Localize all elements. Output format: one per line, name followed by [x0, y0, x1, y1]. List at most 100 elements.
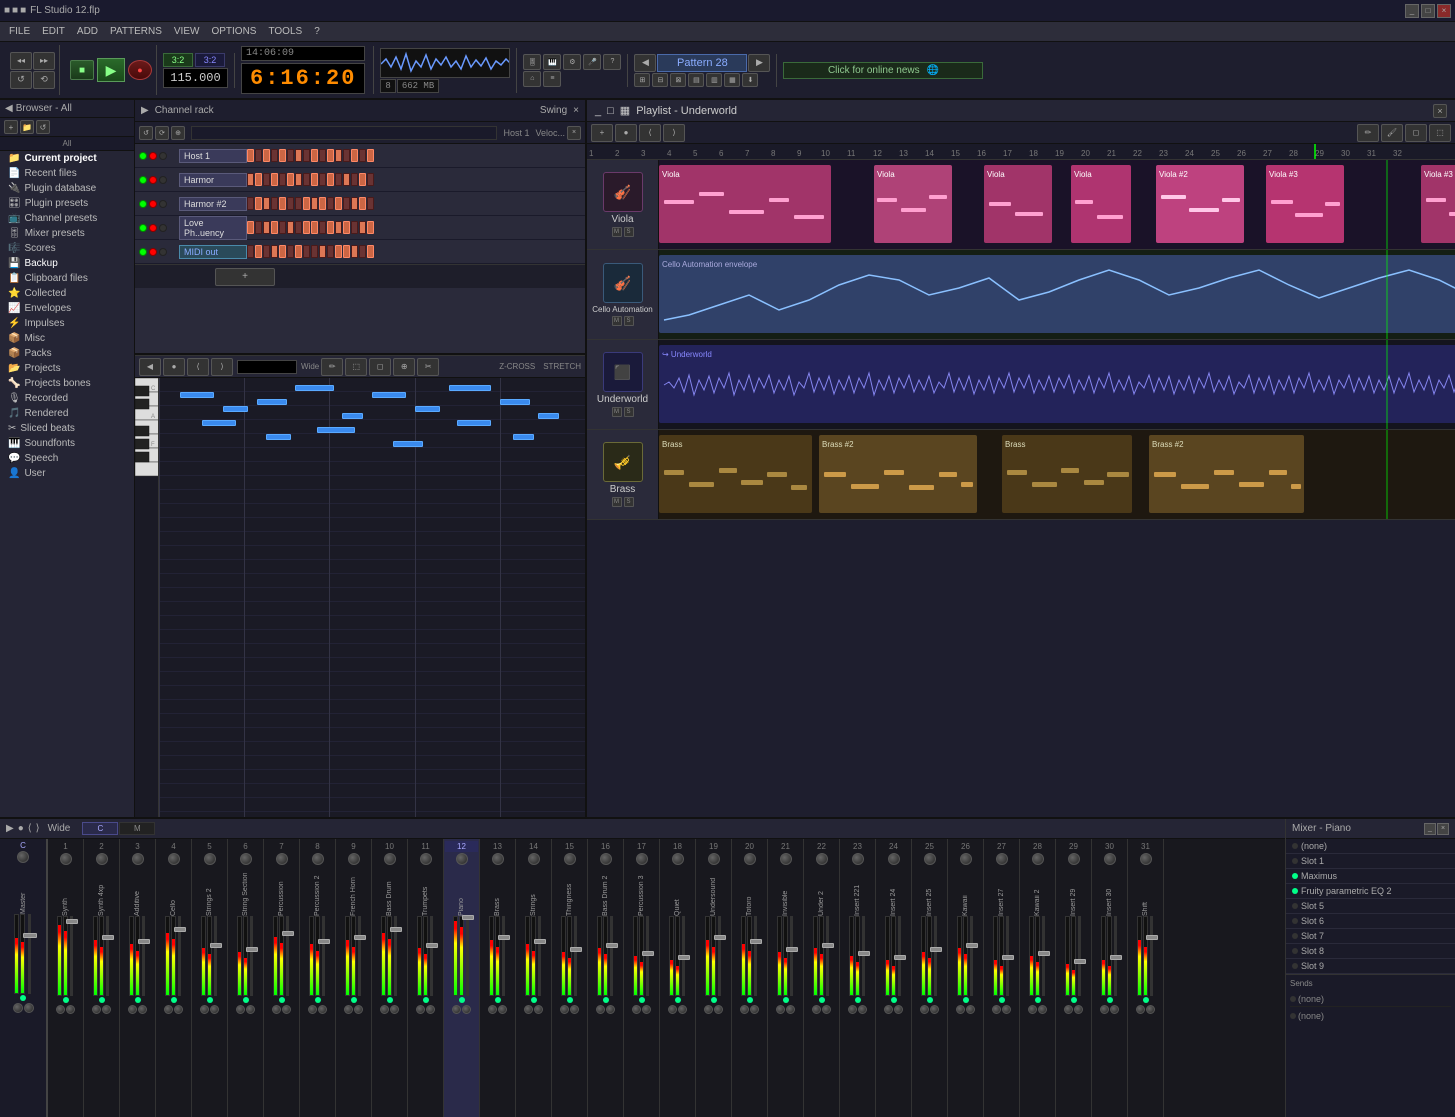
ch-send-a-24[interactable]	[884, 1005, 893, 1014]
tool-piano-roll[interactable]: 🎹	[543, 54, 561, 70]
ch-send-b-5[interactable]	[210, 1005, 219, 1014]
menu-tools[interactable]: TOOLS	[263, 25, 307, 38]
browser-item-current-project[interactable]: 📁 Current project	[0, 151, 134, 166]
cello-auto-solo-btn[interactable]: S	[624, 316, 634, 326]
pattern-tool-6[interactable]: ▦	[724, 73, 740, 87]
mixer-ch-13[interactable]: 13 Brass	[480, 839, 516, 1117]
add-channel-btn[interactable]: +	[215, 268, 275, 286]
browser-item-clipboard[interactable]: 📋 Clipboard files	[0, 271, 134, 286]
led-green-4[interactable]	[139, 248, 147, 256]
ch-send-knob-4[interactable]	[168, 853, 180, 865]
ch-send-knob-3[interactable]	[132, 853, 144, 865]
pr-nav-back[interactable]: ◀	[139, 358, 161, 376]
note-block[interactable]	[295, 385, 333, 391]
mixer-ch-7[interactable]: 7 Percussion	[264, 839, 300, 1117]
ch-fader-22[interactable]	[822, 943, 834, 948]
ch-send-a-30[interactable]	[1100, 1005, 1109, 1014]
browser-item-backup[interactable]: 💾 Backup	[0, 256, 134, 271]
ch-send-b-1[interactable]	[66, 1005, 75, 1014]
ch-send-knob-14[interactable]	[528, 853, 540, 865]
note-block[interactable]	[202, 420, 236, 426]
underworld-mute-btn[interactable]: M	[612, 407, 622, 417]
playlist-close[interactable]: ×	[1433, 104, 1447, 118]
prev-pattern[interactable]: ◀	[634, 54, 656, 72]
mixer-ch-27[interactable]: 27 Insert 27	[984, 839, 1020, 1117]
pattern-tool-1[interactable]: ⊞	[634, 73, 650, 87]
pr-next-btn[interactable]: ⟩	[211, 358, 233, 376]
ch-send-knob-12[interactable]	[456, 853, 468, 865]
ch-send-b-15[interactable]	[570, 1005, 579, 1014]
ch-send-b-25[interactable]	[930, 1005, 939, 1014]
note-block[interactable]	[372, 392, 406, 398]
browser-item-rendered[interactable]: 🎵 Rendered	[0, 406, 134, 421]
viola-mute-btn[interactable]: M	[612, 227, 622, 237]
viola-solo-btn[interactable]: S	[624, 227, 634, 237]
mixer-ch-14[interactable]: 14 Strings	[516, 839, 552, 1117]
ch-fader-6[interactable]	[246, 947, 258, 952]
ch-name-1[interactable]: Harmor	[179, 173, 247, 187]
mixer-ch-8[interactable]: 8 Percussion 2	[300, 839, 336, 1117]
pattern-tool-5[interactable]: ▥	[706, 73, 722, 87]
next-pattern[interactable]: ▶	[748, 54, 770, 72]
ch-send-a-26[interactable]	[956, 1005, 965, 1014]
pr-prev-btn[interactable]: ⟨	[187, 358, 209, 376]
pl-tool-erase[interactable]: ◻	[1405, 124, 1427, 142]
ch-fader-30[interactable]	[1110, 955, 1122, 960]
ch-send-b-27[interactable]	[1002, 1005, 1011, 1014]
ch-fader-10[interactable]	[390, 927, 402, 932]
pl-add-btn[interactable]: +	[591, 124, 613, 142]
menu-help[interactable]: ?	[309, 25, 325, 38]
ch-send-b-12[interactable]	[462, 1005, 471, 1014]
ch-name-3[interactable]: Love Ph..uency	[179, 216, 247, 240]
led-off-2[interactable]	[159, 200, 167, 208]
ch-send-a-10[interactable]	[380, 1005, 389, 1014]
ch-send-a-29[interactable]	[1064, 1005, 1073, 1014]
ch-send-a-8[interactable]	[308, 1005, 317, 1014]
mixer-ch-24[interactable]: 24 Insert 24	[876, 839, 912, 1117]
led-off-3[interactable]	[159, 224, 167, 232]
ch-send-b-10[interactable]	[390, 1005, 399, 1014]
btn-play[interactable]: ▶	[97, 58, 125, 82]
browser-item-scores[interactable]: 🎼 Scores	[0, 241, 134, 256]
ch-send-knob-15[interactable]	[564, 853, 576, 865]
browser-item-misc[interactable]: 📦 Misc	[0, 331, 134, 346]
ch-send-a-18[interactable]	[668, 1005, 677, 1014]
ch-send-b-24[interactable]	[894, 1005, 903, 1014]
pr-tool-select[interactable]: ⬚	[345, 358, 367, 376]
ch-send-b-2[interactable]	[102, 1005, 111, 1014]
ch-name-0[interactable]: Host 1	[179, 149, 247, 163]
btn-forward[interactable]: ▸▸	[33, 52, 55, 70]
mixer-send-item-none-2[interactable]: (none)	[1290, 1009, 1451, 1023]
pl-prev-btn[interactable]: ⟨	[639, 124, 661, 142]
tool-question[interactable]: ?	[603, 54, 621, 70]
mixer-ch-15[interactable]: 15 Thingness	[552, 839, 588, 1117]
ch-fader-11[interactable]	[426, 943, 438, 948]
mixer-ch-11[interactable]: 11 Trumpets	[408, 839, 444, 1117]
browser-item-channel-presets[interactable]: 📺 Channel presets	[0, 211, 134, 226]
pr-tool-slice[interactable]: ✂	[417, 358, 439, 376]
ch-send-knob-10[interactable]	[384, 853, 396, 865]
ch-fader-3[interactable]	[138, 939, 150, 944]
ch-fader-5[interactable]	[210, 943, 222, 948]
ch-name-4[interactable]: MIDI out	[179, 245, 247, 259]
ch-send-knob-16[interactable]	[600, 853, 612, 865]
ch-fader-18[interactable]	[678, 955, 690, 960]
browser-nav-back[interactable]: ◀	[5, 103, 13, 114]
ch-send-b-28[interactable]	[1038, 1005, 1047, 1014]
mixer-ch-21[interactable]: 21 Invisible	[768, 839, 804, 1117]
pr-record-btn[interactable]: ●	[163, 358, 185, 376]
mixer-ch-17[interactable]: 17 Percussion 3	[624, 839, 660, 1117]
ch-send-knob-25[interactable]	[924, 853, 936, 865]
browser-refresh[interactable]: ↺	[36, 120, 50, 134]
mixer-right-min[interactable]: _	[1424, 823, 1436, 835]
ch-send-b-3[interactable]	[138, 1005, 147, 1014]
ch-send-a-16[interactable]	[596, 1005, 605, 1014]
ch-fader-25[interactable]	[930, 947, 942, 952]
led-green-3[interactable]	[139, 224, 147, 232]
tool-mixer[interactable]: 🎚	[523, 54, 541, 70]
mixer-master-send-2[interactable]	[24, 1003, 34, 1013]
bpm-display[interactable]: 115.000	[163, 68, 228, 88]
pl-next-btn[interactable]: ⟩	[663, 124, 685, 142]
viola-track-content[interactable]: Viola Viola	[659, 160, 1455, 249]
ch-send-knob-20[interactable]	[744, 853, 756, 865]
